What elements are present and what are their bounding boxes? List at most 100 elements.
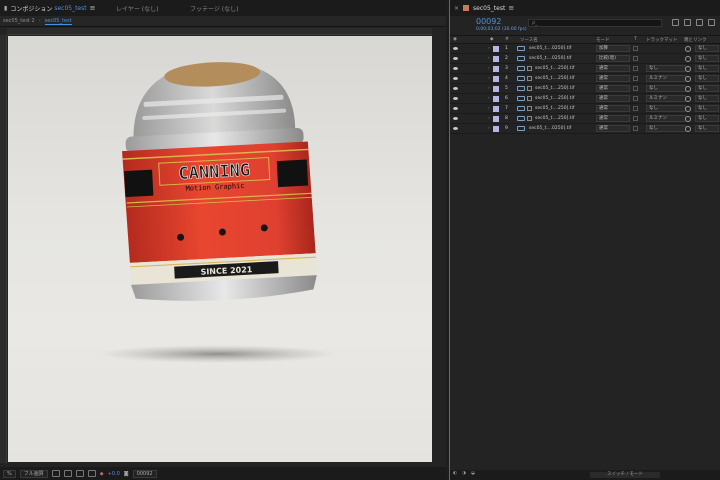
layer-name[interactable]: sec05_t....250].tif xyxy=(535,106,574,111)
layer-search-input[interactable]: ρ_ xyxy=(528,19,662,27)
pickwhip-icon[interactable] xyxy=(685,86,691,92)
label-color-swatch[interactable] xyxy=(493,86,499,92)
preserve-transparency-checkbox[interactable] xyxy=(633,76,638,81)
header-trkmat[interactable]: トラックマット xyxy=(646,37,678,43)
layer-row[interactable]: › 2 sec05_t....0250].tif 比較(暗) なし xyxy=(450,54,720,64)
comp-flowchart-icon[interactable] xyxy=(672,19,679,26)
menu-icon[interactable]: ≡ xyxy=(90,4,96,12)
blend-mode-select[interactable]: 通常 xyxy=(596,85,630,92)
chevron-right-icon[interactable]: › xyxy=(488,126,490,131)
pickwhip-icon[interactable] xyxy=(685,116,691,122)
parent-select[interactable]: なし xyxy=(695,75,719,82)
breadcrumb-item-current[interactable]: sec05_test xyxy=(44,18,72,25)
breadcrumb-item-parent[interactable]: sec05_test 2 xyxy=(3,18,35,24)
pickwhip-icon[interactable] xyxy=(685,46,691,52)
preserve-transparency-checkbox[interactable] xyxy=(633,96,638,101)
layer-row[interactable]: › 6 sec05_t....250].tif 通常 ルミナン なし xyxy=(450,94,720,104)
layer-name[interactable]: sec05_t....0250].tif xyxy=(529,56,571,61)
parent-select[interactable]: なし xyxy=(695,125,719,132)
exposure-value[interactable]: +0.0 xyxy=(108,471,120,477)
pickwhip-icon[interactable] xyxy=(685,76,691,82)
header-mode[interactable]: モード xyxy=(596,37,610,43)
layer-name[interactable]: sec05_t....250].tif xyxy=(535,96,574,101)
layer-row[interactable]: › 7 sec05_t....250].tif 通常 なし なし xyxy=(450,104,720,114)
layer-name[interactable]: sec05_t....250].tif xyxy=(535,86,574,91)
tab-layer[interactable]: レイヤー (なし) xyxy=(112,0,162,16)
label-color-swatch[interactable] xyxy=(493,76,499,82)
header-parent[interactable]: 親とリンク xyxy=(684,37,707,43)
blend-mode-select[interactable]: 加算 xyxy=(596,45,630,52)
color-management-icon[interactable]: ◆ xyxy=(100,471,104,477)
frame-blend-icon[interactable] xyxy=(696,19,703,26)
region-of-interest-icon[interactable] xyxy=(51,470,60,477)
label-color-swatch[interactable] xyxy=(493,126,499,132)
camera-icon[interactable]: ◙ xyxy=(124,471,129,477)
layer-name[interactable]: sec05_t....250].tif xyxy=(535,76,574,81)
track-matte-select[interactable]: なし xyxy=(646,65,686,72)
preserve-transparency-checkbox[interactable] xyxy=(633,46,638,51)
label-color-swatch[interactable] xyxy=(493,96,499,102)
tab-composition[interactable]: ▮ コンポジション sec05_test ≡ xyxy=(0,0,99,16)
tab-footage[interactable]: フッテージ (なし) xyxy=(186,0,242,16)
3d-view-icon[interactable] xyxy=(87,470,96,477)
layer-name[interactable]: sec05_t....0250].tif xyxy=(529,126,571,131)
pickwhip-icon[interactable] xyxy=(685,96,691,102)
layer-row[interactable]: › 1 sec05_t....0250].tif 加算 なし xyxy=(450,44,720,54)
chevron-right-icon[interactable]: › xyxy=(488,56,490,61)
timeline-timecode[interactable]: 00092 xyxy=(476,17,501,26)
chevron-right-icon[interactable]: › xyxy=(488,46,490,51)
track-matte-select[interactable]: なし xyxy=(646,125,686,132)
eye-icon[interactable] xyxy=(453,127,458,130)
chevron-right-icon[interactable]: › xyxy=(488,86,490,91)
chevron-right-icon[interactable]: › xyxy=(488,96,490,101)
layer-row[interactable]: › 8 sec05_t....250].tif 通常 ルミナン なし xyxy=(450,114,720,124)
close-icon[interactable]: × xyxy=(454,5,459,12)
parent-select[interactable]: なし xyxy=(695,115,719,122)
parent-select[interactable]: なし xyxy=(695,85,719,92)
label-color-swatch[interactable] xyxy=(493,46,499,52)
parent-select[interactable]: なし xyxy=(695,55,719,62)
layer-row[interactable]: › 9 sec05_t....0250].tif 通常 なし なし xyxy=(450,124,720,134)
pickwhip-icon[interactable] xyxy=(685,66,691,72)
layer-name[interactable]: sec05_t....250].tif xyxy=(535,116,574,121)
zoom-select[interactable]: % xyxy=(3,469,16,478)
preserve-transparency-checkbox[interactable] xyxy=(633,56,638,61)
frame-icon[interactable]: ◒ xyxy=(471,471,475,476)
parent-select[interactable]: なし xyxy=(695,45,719,52)
track-matte-select[interactable]: ルミナン xyxy=(646,75,686,82)
label-color-swatch[interactable] xyxy=(493,106,499,112)
eye-icon[interactable] xyxy=(453,97,458,100)
eye-icon[interactable] xyxy=(453,47,458,50)
label-color-swatch[interactable] xyxy=(493,56,499,62)
chevron-right-icon[interactable]: › xyxy=(488,106,490,111)
preserve-transparency-checkbox[interactable] xyxy=(633,86,638,91)
blend-mode-select[interactable]: 通常 xyxy=(596,125,630,132)
blend-mode-select[interactable]: 通常 xyxy=(596,75,630,82)
pickwhip-icon[interactable] xyxy=(685,106,691,112)
transparency-grid-icon[interactable] xyxy=(63,470,72,477)
preserve-transparency-checkbox[interactable] xyxy=(633,116,638,121)
layer-row[interactable]: › 5 sec05_t....250].tif 通常 なし なし xyxy=(450,84,720,94)
timeline-tab[interactable]: × sec05_test ≡ xyxy=(450,0,720,16)
eye-icon[interactable] xyxy=(453,107,458,110)
parent-select[interactable]: なし xyxy=(695,65,719,72)
chevron-right-icon[interactable]: › xyxy=(488,66,490,71)
comp-settings-icon[interactable]: ◐ xyxy=(453,471,457,476)
preserve-transparency-checkbox[interactable] xyxy=(633,66,638,71)
parent-select[interactable]: なし xyxy=(695,105,719,112)
eye-icon[interactable] xyxy=(453,117,458,120)
menu-icon[interactable]: ≡ xyxy=(508,4,514,12)
mask-visibility-icon[interactable] xyxy=(75,470,84,477)
track-matte-select[interactable]: ルミナン xyxy=(646,115,686,122)
chevron-right-icon[interactable]: › xyxy=(488,116,490,121)
switches-modes-toggle[interactable]: スイッチ / モード xyxy=(590,472,660,478)
eye-icon[interactable] xyxy=(453,67,458,70)
blend-mode-select[interactable]: 通常 xyxy=(596,65,630,72)
header-source[interactable]: ソース名 xyxy=(520,37,538,43)
blend-mode-select[interactable]: 通常 xyxy=(596,115,630,122)
blend-mode-select[interactable]: 比較(暗) xyxy=(596,55,630,62)
composition-viewer[interactable]: CANNING Motion Graphic SINCE 2021 xyxy=(8,36,432,462)
resolution-select[interactable]: フル画質 xyxy=(19,469,48,478)
parent-select[interactable]: なし xyxy=(695,95,719,102)
render-time-icon[interactable]: ◑ xyxy=(462,471,466,476)
